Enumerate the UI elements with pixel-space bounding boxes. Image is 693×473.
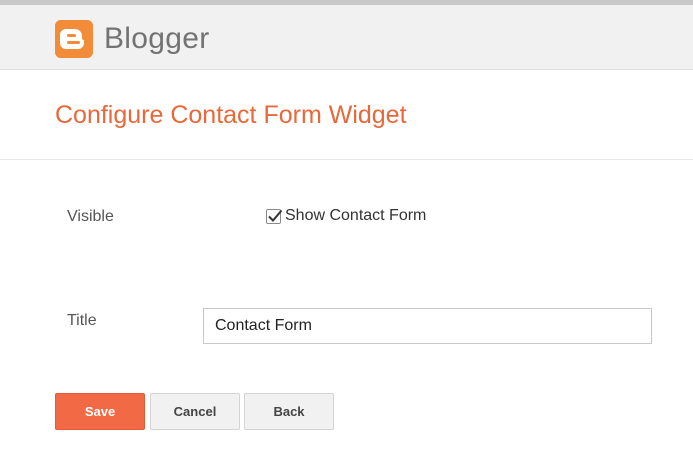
title-bar: Configure Contact Form Widget: [0, 70, 693, 160]
visible-label: Visible: [67, 208, 114, 225]
save-button[interactable]: Save: [55, 393, 145, 430]
title-input[interactable]: [203, 308, 652, 344]
cancel-button[interactable]: Cancel: [150, 393, 240, 430]
checkmark-icon: [268, 209, 283, 222]
show-contact-form-label[interactable]: Show Contact Form: [285, 207, 426, 225]
show-contact-form-checkbox[interactable]: [266, 208, 283, 224]
back-button[interactable]: Back: [244, 393, 334, 430]
widget-config-page: Blogger Configure Contact Form Widget Vi…: [0, 0, 693, 473]
app-header: Blogger: [0, 5, 693, 70]
brand-name[interactable]: Blogger: [104, 22, 210, 56]
page-title: Configure Contact Form Widget: [55, 101, 407, 129]
show-contact-form-option[interactable]: Show Contact Form: [266, 207, 426, 225]
blogger-logo-icon[interactable]: [55, 20, 93, 58]
title-label: Title: [67, 312, 97, 329]
